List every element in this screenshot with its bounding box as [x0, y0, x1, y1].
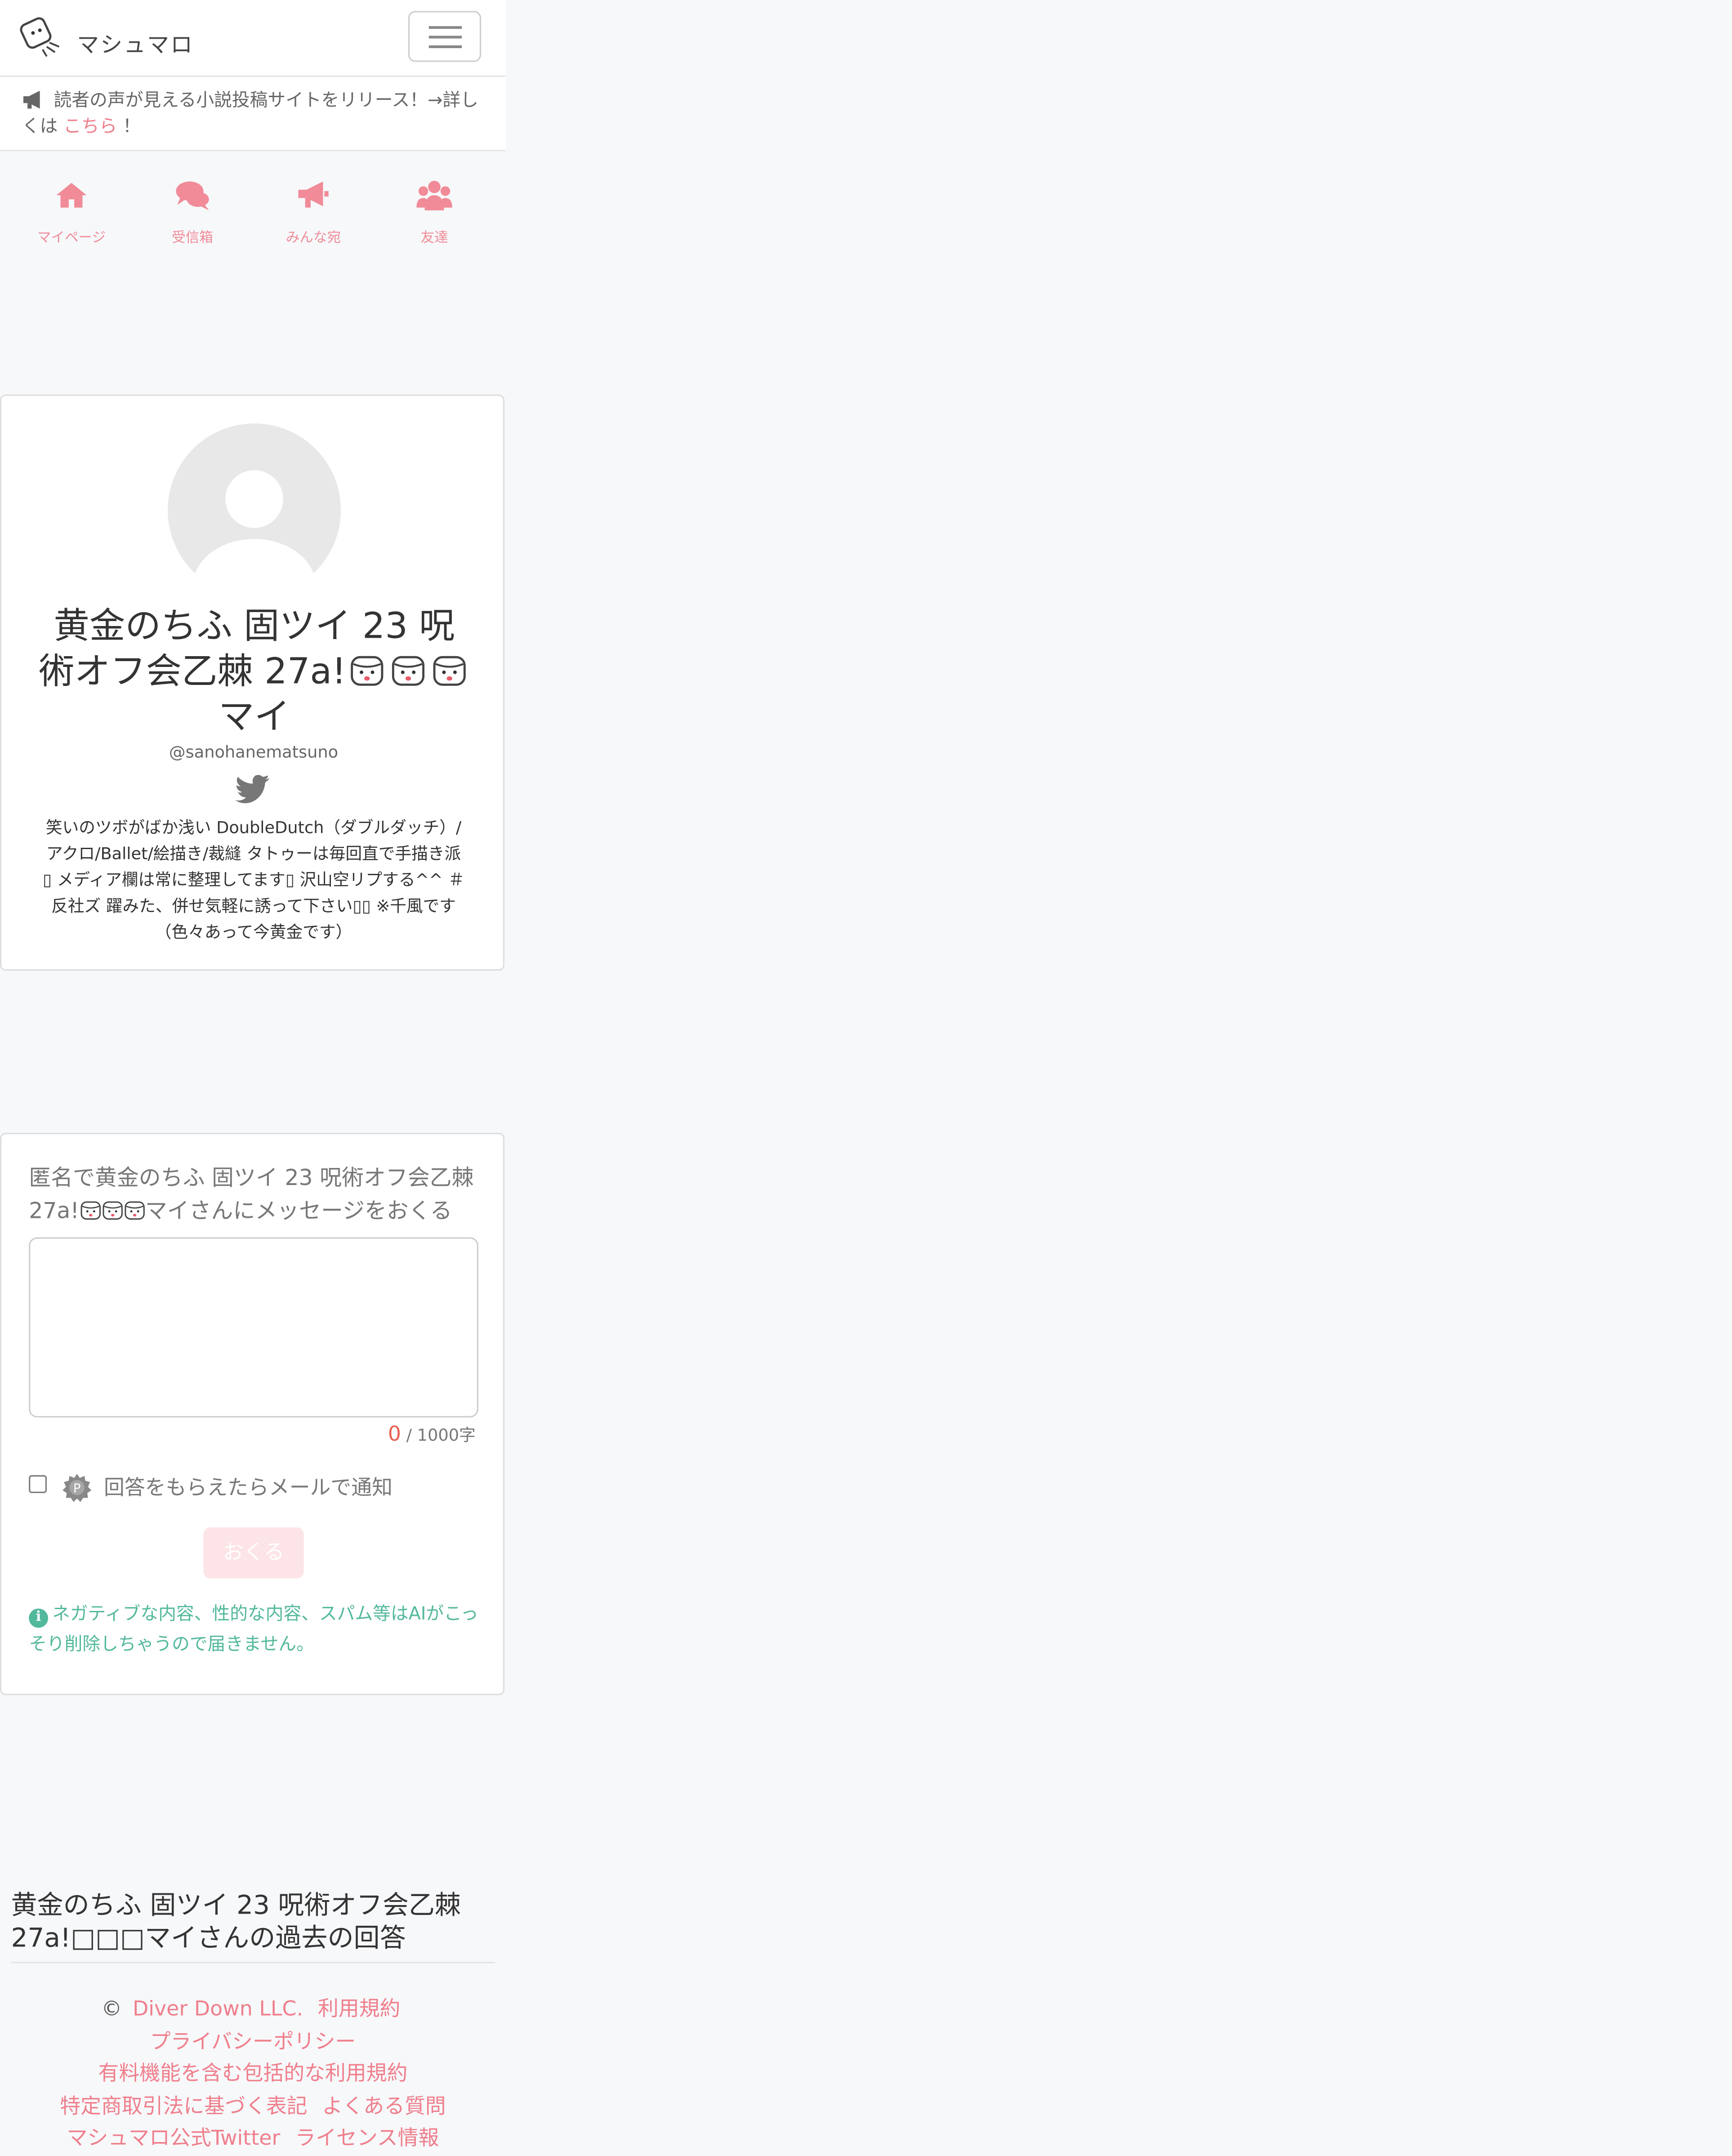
- avatar: [167, 423, 341, 597]
- marshmallow-emoji-icon: [390, 654, 426, 687]
- profile-name: 黄金のちふ 固ツイ 23 呪 術オフ会乙棘 27a! マイ: [21, 605, 488, 741]
- company-link[interactable]: Diver Down LLC.: [133, 1996, 303, 2021]
- marshmallow-emoji-icon: [123, 1200, 145, 1221]
- nav-item-label: みんな宛: [286, 231, 341, 246]
- official-twitter-link[interactable]: マシュマロ公式Twitter: [67, 2125, 281, 2150]
- terms-link[interactable]: 利用規約: [318, 1996, 400, 2021]
- menu-toggle-button[interactable]: [408, 11, 481, 62]
- nav-item-everyone[interactable]: みんな宛: [253, 179, 374, 246]
- license-link[interactable]: ライセンス情報: [295, 2125, 439, 2150]
- profile-handle: @sanohanematsuno: [169, 742, 339, 762]
- faq-link[interactable]: よくある質問: [322, 2093, 446, 2118]
- marshmallow-emoji-icon: [101, 1200, 123, 1221]
- marshmallow-emoji-icon: [431, 654, 467, 687]
- nav-item-friends[interactable]: 友達: [374, 179, 495, 246]
- commerce-law-link[interactable]: 特定商取引法に基づく表記: [60, 2093, 307, 2118]
- character-count: 0: [388, 1421, 401, 1446]
- copyright-symbol: ©: [101, 1996, 122, 2021]
- twitter-icon[interactable]: [235, 774, 271, 804]
- marshmallow-logo-icon[interactable]: [19, 17, 63, 58]
- main-navigation: マイページ 受信箱 みんな宛 友達: [0, 151, 506, 261]
- message-textarea[interactable]: [29, 1237, 478, 1418]
- nav-item-label: 友達: [420, 231, 448, 246]
- profile-bio: 笑いのツボがばか浅い DoubleDutch（ダブルダッチ）/アクロ/Balle…: [42, 818, 465, 942]
- message-prompt: 匿名で黄金のちふ 固ツイ 23 呪術オフ会乙棘 27a! マイさんにメッセージをお…: [29, 1164, 474, 1224]
- footer: © Diver Down LLC. 利用規約 プライバシーポリシー 有料機能を含…: [0, 1994, 506, 2155]
- profile-card: 黄金のちふ 固ツイ 23 呪 術オフ会乙棘 27a! マイ @sanohanem…: [0, 394, 504, 971]
- nav-item-label: 受信箱: [172, 231, 213, 246]
- users-icon: [416, 180, 452, 210]
- announcement-link[interactable]: こちら: [63, 117, 117, 138]
- nav-item-mypage[interactable]: マイページ: [11, 179, 132, 246]
- privacy-link[interactable]: プライバシーポリシー: [150, 2029, 356, 2053]
- notify-checkbox[interactable]: [29, 1475, 47, 1493]
- nav-item-label: マイページ: [37, 231, 106, 246]
- nav-item-inbox[interactable]: 受信箱: [132, 179, 253, 246]
- megaphone-icon: [298, 181, 329, 208]
- svg-text:P: P: [73, 1481, 80, 1495]
- info-icon: i: [29, 1608, 48, 1628]
- paid-terms-link[interactable]: 有料機能を含む包括的な利用規約: [98, 2061, 408, 2085]
- announcement-suffix: ！: [123, 116, 141, 138]
- premium-badge-icon: P: [62, 1474, 91, 1502]
- hamburger-icon: [429, 26, 462, 29]
- marshmallow-emoji-icon: [79, 1200, 101, 1221]
- megaphone-icon: [23, 90, 40, 109]
- brand-name[interactable]: マシュマロ: [77, 26, 194, 59]
- character-limit: / 1000字: [401, 1426, 476, 1445]
- past-answers-title: 黄金のちふ 固ツイ 23 呪術オフ会乙棘 27a!□□□マイさんの過去の回答: [11, 1889, 495, 1964]
- send-button[interactable]: おくる: [203, 1527, 304, 1579]
- announcement-bar: 読者の声が見える小説投稿サイトをリリース！→詳しくは こちら ！: [0, 77, 506, 152]
- message-form-card: 匿名で黄金のちふ 固ツイ 23 呪術オフ会乙棘 27a! マイさんにメッセージをお…: [0, 1132, 504, 1695]
- moderation-notice: i ネガティブな内容、性的な内容、スパム等はAIがこっそり削除しちゃうので届きませ…: [29, 1604, 478, 1655]
- marshmallow-emoji-icon: [349, 654, 384, 687]
- notify-label[interactable]: 回答をもらえたらメールで通知: [104, 1475, 393, 1500]
- chat-icon: [176, 181, 209, 210]
- character-counter: 0 / 1000字: [388, 1422, 476, 1446]
- navbar: マシュマロ: [0, 0, 506, 77]
- home-icon: [56, 183, 87, 208]
- notify-option: P 回答をもらえたらメールで通知: [29, 1472, 393, 1503]
